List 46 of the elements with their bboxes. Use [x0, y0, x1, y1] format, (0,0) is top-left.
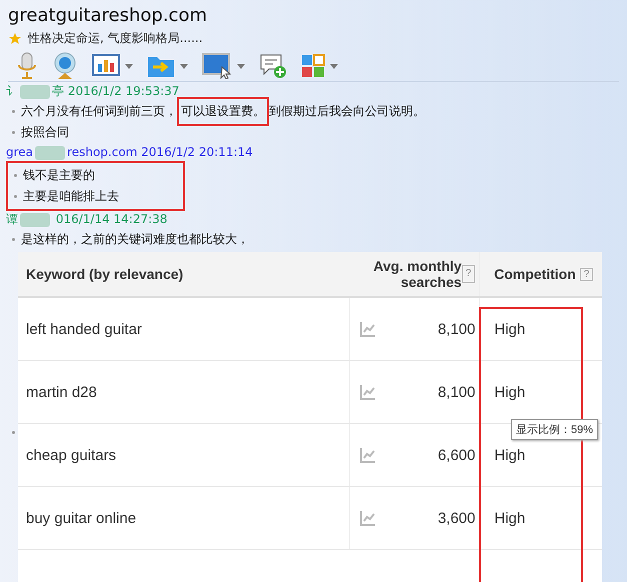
message-header: 谭 016/1/14 14:27:38 [6, 212, 168, 227]
webcam-icon[interactable] [52, 52, 78, 80]
add-message-icon[interactable] [259, 53, 287, 79]
zoom-tooltip: 显示比例：59% [511, 419, 598, 440]
message-text: 主要是咱能排上去 [23, 188, 119, 205]
keyword-cell: cheap guitars [26, 446, 116, 464]
searches-cell: 8,100 [438, 320, 476, 338]
keyword-cell: buy guitar online [26, 510, 136, 526]
caret-icon[interactable] [330, 64, 338, 68]
searches-cell: 8,100 [438, 384, 476, 400]
keyword-cell: left handed guitar [26, 320, 142, 338]
help-icon[interactable]: ? [462, 265, 476, 283]
caret-icon[interactable] [237, 64, 245, 68]
message-text: 六个月没有任何词到前三页， [21, 103, 177, 120]
message-text: 是这样的，之前的关键词难度也都比较大， [21, 231, 249, 248]
column-header: Avg. monthly searches [372, 258, 462, 290]
competition-cell: High [494, 446, 526, 464]
competition-cell: High [494, 510, 526, 526]
window-title: greatguitareshop.com [8, 5, 208, 27]
keyword-cell: martin d28 [26, 384, 97, 400]
trend-chart-icon[interactable] [360, 510, 376, 526]
trend-chart-icon[interactable] [360, 384, 376, 400]
star-icon [8, 32, 22, 46]
searches-cell: 6,600 [438, 446, 476, 464]
message-text: 按照合同 [21, 124, 69, 141]
app-grid-icon[interactable] [301, 54, 325, 78]
help-icon[interactable]: ? [580, 268, 594, 280]
competition-cell: High [494, 384, 526, 400]
chart-screen-icon[interactable] [92, 54, 120, 78]
monitor-cursor-icon[interactable] [202, 53, 232, 79]
message-text: 钱不是主要的 [23, 167, 95, 184]
message-header: 讠 亭 2016/1/2 19:53:37 [6, 84, 180, 99]
trend-chart-icon[interactable] [360, 447, 376, 463]
caret-icon[interactable] [125, 64, 133, 68]
folder-arrow-icon[interactable] [147, 54, 175, 78]
column-header: Competition [494, 266, 576, 282]
trend-chart-icon[interactable] [360, 321, 376, 337]
signature-text: 性格决定命运, 气度影响格局...... [28, 30, 203, 47]
competition-cell: High [494, 320, 526, 338]
caret-icon[interactable] [180, 64, 188, 68]
message-text: 到假期过后我会向公司说明。 [269, 103, 425, 120]
highlighted-text: 可以退设置费。 [177, 97, 269, 126]
searches-cell: 3,600 [438, 510, 476, 526]
column-header: Keyword (by relevance) [26, 266, 184, 282]
microphone-icon[interactable] [16, 52, 38, 80]
message-header: grea reshop.com 2016/1/2 20:11:14 [6, 145, 254, 160]
